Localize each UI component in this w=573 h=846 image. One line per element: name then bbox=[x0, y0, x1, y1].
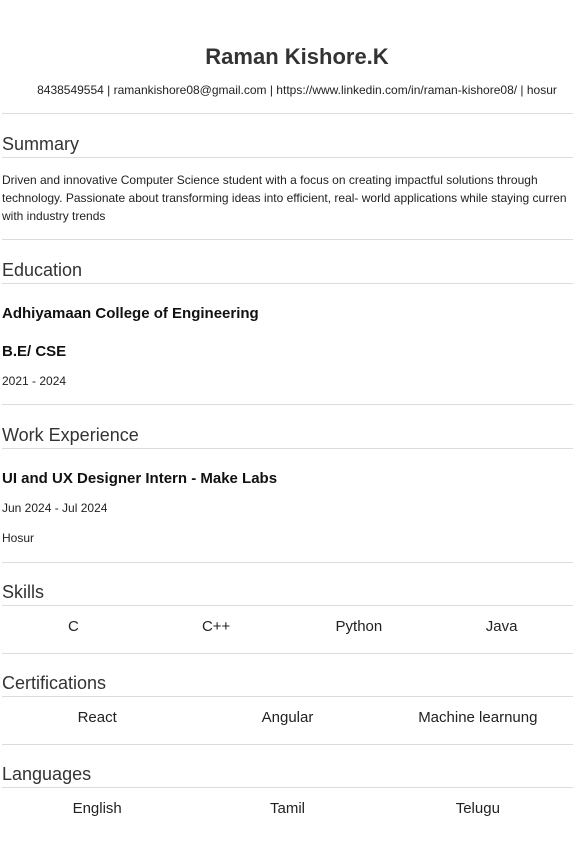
skill-item: C++ bbox=[201, 618, 231, 635]
section-title-skills: Skills bbox=[2, 582, 45, 602]
divider bbox=[2, 653, 573, 654]
section-title-education: Education bbox=[2, 260, 83, 280]
work-role: UI and UX Designer Intern - Make Labs bbox=[2, 470, 278, 487]
divider bbox=[2, 448, 573, 449]
summary-paragraph: Driven and innovative Computer Science s… bbox=[2, 171, 573, 225]
education-degree: B.E/ CSE bbox=[2, 343, 67, 360]
divider bbox=[2, 113, 573, 114]
work-dates: Jun 2024 - Jul 2024 bbox=[2, 501, 108, 515]
divider bbox=[2, 744, 573, 745]
section-title-certifications: Certifications bbox=[2, 673, 107, 693]
resume-page: Raman Kishore.K 8438549554 | ramankishor… bbox=[0, 0, 573, 846]
languages-row: English Tamil Telugu bbox=[2, 800, 573, 817]
contact-line: 8438549554 | ramankishore08@gmail.com | … bbox=[37, 83, 557, 97]
language-item: English bbox=[72, 800, 122, 817]
section-title-summary: Summary bbox=[2, 134, 80, 154]
divider bbox=[2, 239, 573, 240]
summary-line: technology. Passionate about transformin… bbox=[2, 191, 567, 205]
certification-item: React bbox=[77, 709, 117, 726]
summary-line: with industry trends bbox=[2, 209, 106, 223]
divider bbox=[2, 404, 573, 405]
skill-item: Python bbox=[335, 618, 383, 635]
work-location: Hosur bbox=[2, 531, 35, 545]
divider bbox=[2, 562, 573, 563]
divider bbox=[2, 157, 573, 158]
education-institution: Adhiyamaan College of Engineering bbox=[2, 305, 259, 322]
certification-item: Machine learnung bbox=[418, 709, 538, 726]
skill-item: Java bbox=[485, 618, 518, 635]
language-item: Telugu bbox=[455, 800, 500, 817]
summary-line: Driven and innovative Computer Science s… bbox=[2, 173, 538, 187]
divider bbox=[2, 605, 573, 606]
certification-item: Angular bbox=[261, 709, 314, 726]
skill-item: C bbox=[67, 618, 79, 635]
divider bbox=[2, 696, 573, 697]
section-title-languages: Languages bbox=[2, 764, 92, 784]
divider bbox=[2, 283, 573, 284]
certifications-row: React Angular Machine learnung bbox=[2, 709, 573, 726]
education-years: 2021 - 2024 bbox=[2, 374, 67, 388]
divider bbox=[2, 787, 573, 788]
section-title-work-experience: Work Experience bbox=[2, 425, 139, 445]
candidate-name: Raman Kishore.K bbox=[205, 44, 389, 69]
language-item: Tamil bbox=[269, 800, 305, 817]
skills-row: C C++ Python Java bbox=[2, 618, 573, 635]
